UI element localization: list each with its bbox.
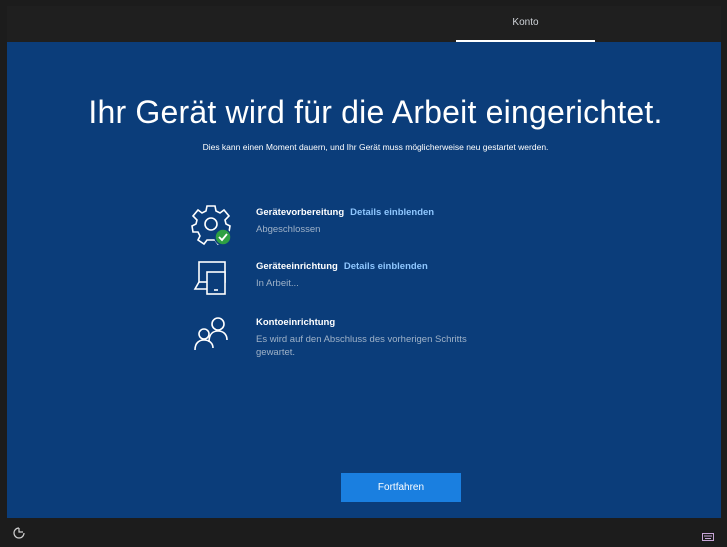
- setup-window: Konto Ihr Gerät wird für die Arbeit eing…: [7, 6, 721, 518]
- page-title: Ihr Gerät wird für die Arbeit eingericht…: [88, 94, 663, 130]
- people-icon: [189, 312, 233, 356]
- step-name: Kontoeinrichtung: [256, 317, 336, 328]
- step-status-line: Es wird auf den Abschluss des vorherigen…: [256, 334, 467, 345]
- step-text: Geräteeinrichtung Details einblenden In A…: [256, 256, 496, 290]
- step-status: Es wird auf den Abschluss des vorherigen…: [256, 333, 496, 359]
- accessibility-icon[interactable]: [12, 526, 26, 540]
- step-name: Geräteeinrichtung: [256, 261, 338, 272]
- step-status-line: gewartet.: [256, 347, 296, 358]
- top-bar: Konto: [7, 6, 721, 42]
- keyboard-icon[interactable]: [702, 528, 714, 541]
- step-text: Gerätevorbereitung Details einblenden Abg…: [256, 202, 496, 236]
- gear-check-icon: [189, 202, 233, 246]
- devices-icon: [189, 256, 233, 300]
- continue-button[interactable]: Fortfahren: [341, 473, 461, 502]
- step-text: Kontoeinrichtung Es wird auf den Abschlu…: [256, 312, 496, 359]
- bottom-bar: [0, 518, 727, 547]
- show-details-link[interactable]: Details einblenden: [344, 261, 428, 272]
- show-details-link[interactable]: Details einblenden: [350, 207, 434, 218]
- tab-konto[interactable]: Konto: [456, 6, 595, 42]
- step-name: Gerätevorbereitung: [256, 207, 345, 218]
- tab-label: Konto: [512, 17, 539, 28]
- step-status: Abgeschlossen: [256, 224, 321, 235]
- tab-underline: [456, 40, 595, 42]
- page-subtitle: Dies kann einen Moment dauern, und Ihr G…: [202, 142, 549, 152]
- step-status: In Arbeit...: [256, 278, 299, 289]
